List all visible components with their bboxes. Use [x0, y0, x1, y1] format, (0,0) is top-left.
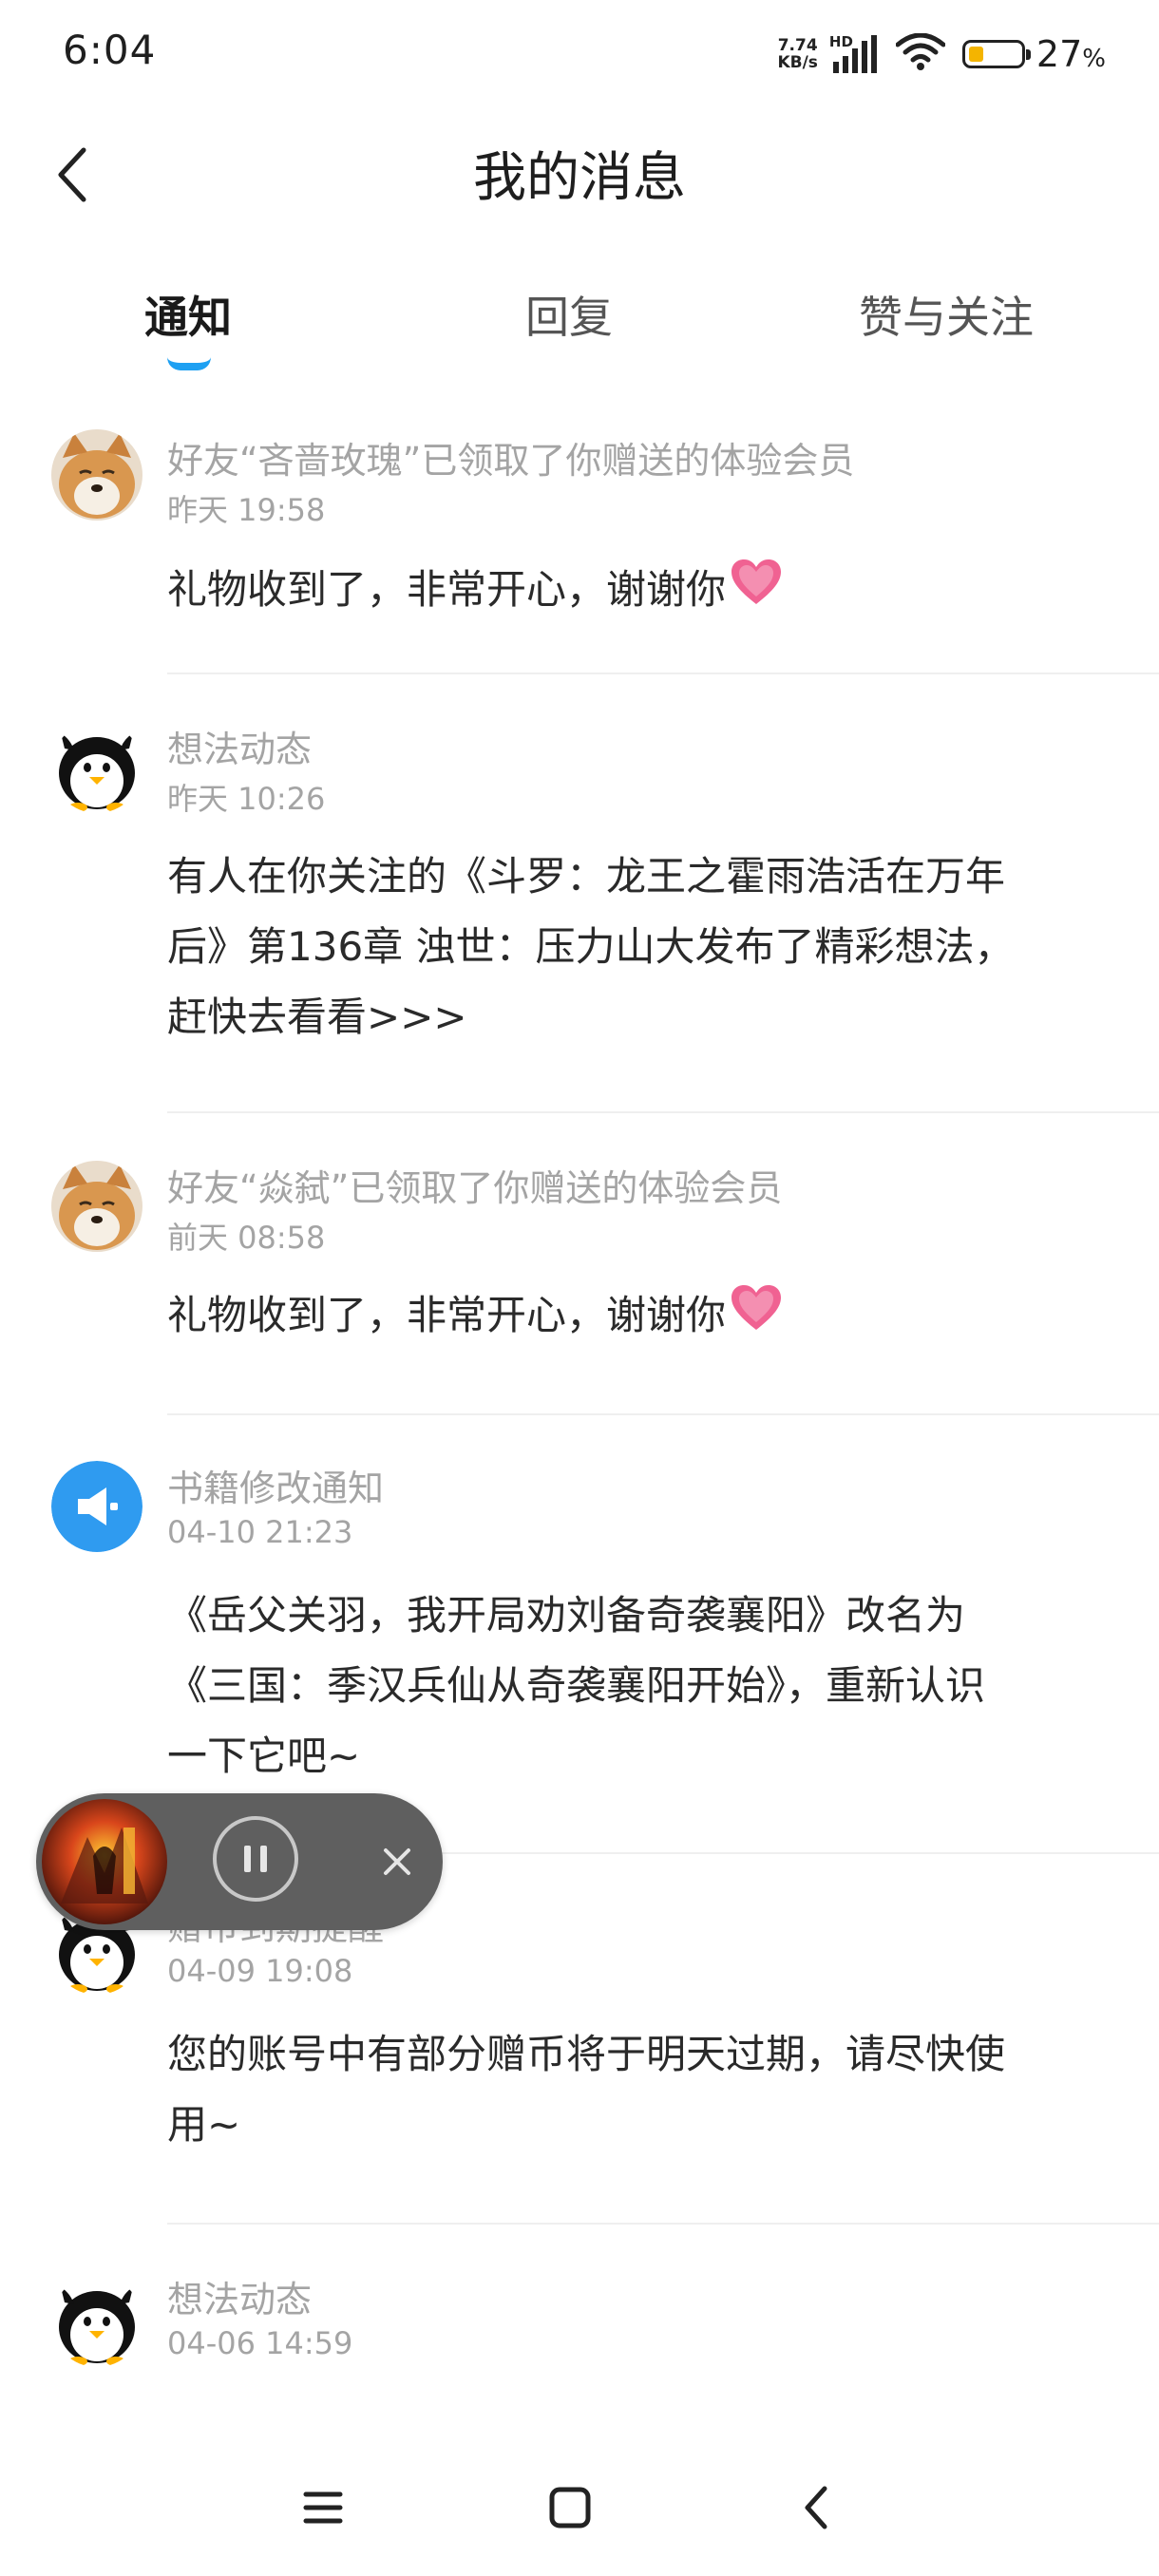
message-item[interactable]: 好友“焱弑”已领取了你赠送的体验会员 前天 08:58 礼物收到了，非常开心，谢…	[0, 1113, 1159, 1415]
message-time: 前天 08:58	[167, 1220, 326, 1256]
wifi-icon	[895, 32, 946, 75]
message-item[interactable]: 想法动态 04-06 14:59	[0, 2225, 1159, 2415]
message-body-line: 有人在你关注的《斗罗：龙王之霍雨浩活在万年	[167, 853, 1006, 900]
network-speed-unit: KB/s	[777, 53, 818, 72]
close-icon	[384, 1848, 410, 1875]
heart-emoji-icon	[730, 558, 783, 628]
menu-icon	[303, 2491, 343, 2524]
message-body-line: 《三国：季汉兵仙从奇袭襄阳开始》，重新认识	[167, 1662, 986, 1709]
message-body: 礼物收到了，非常开心，谢谢你	[167, 555, 1108, 628]
message-time: 04-10 21:23	[167, 1514, 353, 1550]
shiba-dog-avatar[interactable]	[51, 1161, 142, 1252]
message-body-text: 礼物收到了，非常开心，谢谢你	[167, 566, 727, 613]
message-time: 昨天 10:26	[167, 781, 326, 817]
cellular-signal-icon: HD	[829, 33, 879, 75]
nav-menu-button[interactable]	[285, 2479, 361, 2536]
message-body-line: 《岳父关羽，我开局劝刘备奇袭襄阳》改名为	[167, 1592, 966, 1638]
message-body: 您的账号中有部分赠币将于明天过期，请尽快使 用~	[167, 2019, 1108, 2160]
penguin-avatar[interactable]	[51, 722, 142, 813]
floating-audio-player[interactable]	[36, 1793, 443, 1930]
status-time: 6:04	[63, 27, 157, 73]
battery-icon	[961, 40, 1031, 68]
tab-active-indicator	[167, 357, 211, 370]
status-icons: 7.74 KB/s HD 27%	[777, 28, 1106, 80]
tab-replies[interactable]: 回复	[525, 283, 613, 346]
message-title: 书籍修改通知	[167, 1468, 385, 1509]
message-body: 有人在你关注的《斗罗：龙王之霍雨浩活在万年 后》第136章 浊世：压力山大发布了…	[167, 842, 1108, 1052]
pause-button[interactable]	[213, 1816, 298, 1902]
battery-percent-value: 27	[1036, 33, 1083, 75]
home-square-icon	[549, 2487, 591, 2529]
message-item[interactable]: 想法动态 昨天 10:26 有人在你关注的《斗罗：龙王之霍雨浩活在万年 后》第1…	[0, 674, 1159, 1113]
nav-back-button[interactable]	[779, 2479, 855, 2536]
page-title: 我的消息	[473, 147, 686, 209]
message-title: 好友“吝啬玫瑰”已领取了你赠送的体验会员	[167, 440, 855, 482]
message-body-text: 礼物收到了，非常开心，谢谢你	[167, 1292, 727, 1338]
battery-percent-unit: %	[1082, 45, 1106, 73]
header: 我的消息	[0, 104, 1159, 237]
penguin-avatar[interactable]	[51, 2276, 142, 2367]
message-title: 想法动态	[167, 2279, 313, 2320]
message-time: 昨天 19:58	[167, 492, 326, 528]
tab-notifications[interactable]: 通知	[144, 283, 232, 346]
message-title: 好友“焱弑”已领取了你赠送的体验会员	[167, 1167, 783, 1209]
hd-label: HD	[828, 33, 853, 50]
message-body-line: 用~	[167, 2101, 241, 2148]
message-body-line: 您的账号中有部分赠币将于明天过期，请尽快使	[167, 2031, 1006, 2077]
screen: 6:04 7.74 KB/s HD 27% 我的消息 通知 回复 赞与关注 好友…	[0, 0, 1159, 2576]
status-bar: 6:04 7.74 KB/s HD 27%	[0, 0, 1159, 104]
book-cover-thumbnail[interactable]	[42, 1799, 167, 1924]
close-player-button[interactable]	[369, 1833, 426, 1890]
message-body: 《岳父关羽，我开局劝刘备奇袭襄阳》改名为 《三国：季汉兵仙从奇袭襄阳开始》，重新…	[167, 1581, 1108, 1791]
message-item[interactable]: 好友“吝啬玫瑰”已领取了你赠送的体验会员 昨天 19:58 礼物收到了，非常开心…	[0, 399, 1159, 674]
message-body-line: 赶快去看看>>>	[167, 994, 467, 1040]
heart-emoji-icon	[730, 1283, 783, 1354]
battery-percent: 27%	[1036, 33, 1106, 75]
message-title: 想法动态	[167, 729, 313, 770]
tab-bar: 通知 回复 赞与关注	[0, 266, 1159, 389]
battery-level	[968, 47, 983, 62]
message-time: 04-09 19:08	[167, 1953, 353, 1989]
tab-likes-follows[interactable]: 赞与关注	[859, 283, 1034, 346]
message-item[interactable]: 书籍修改通知 04-10 21:23 《岳父关羽，我开局劝刘备奇袭襄阳》改名为 …	[0, 1415, 1159, 1854]
speaker-avatar[interactable]	[51, 1461, 142, 1552]
shiba-dog-avatar[interactable]	[51, 429, 142, 521]
message-body-line: 一下它吧~	[167, 1733, 361, 1779]
message-body-line: 后》第136章 浊世：压力山大发布了精彩想法，	[167, 923, 1015, 970]
message-time: 04-06 14:59	[167, 2325, 353, 2361]
network-speed-value: 7.74	[777, 36, 818, 55]
chevron-left-icon	[805, 2486, 827, 2529]
network-speed: 7.74 KB/s	[777, 37, 817, 71]
system-navigation-bar	[0, 2432, 1159, 2576]
message-body: 礼物收到了，非常开心，谢谢你	[167, 1280, 1108, 1354]
nav-home-button[interactable]	[532, 2479, 608, 2536]
pause-icon	[244, 1846, 267, 1872]
